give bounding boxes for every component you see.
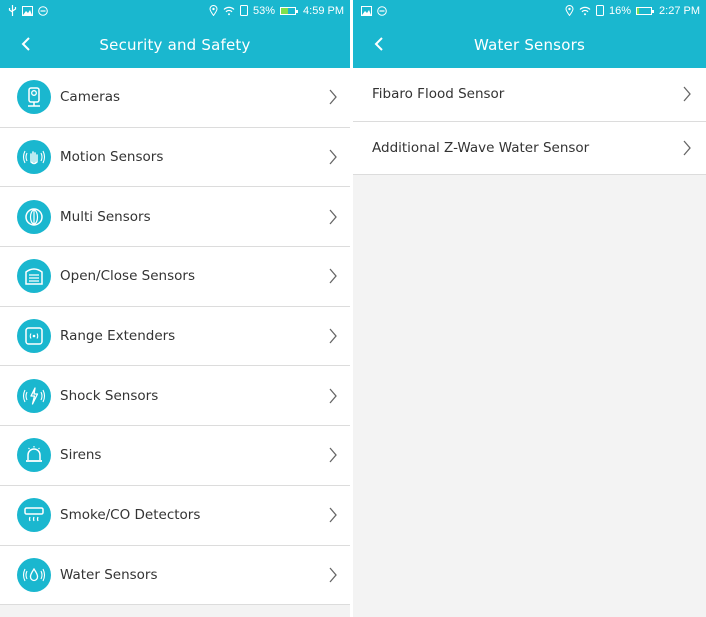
chevron-right-icon bbox=[329, 507, 337, 523]
chevron-right-icon bbox=[329, 567, 337, 583]
sim-icon bbox=[240, 5, 248, 16]
shock-sensor-icon bbox=[17, 378, 51, 413]
usb-icon bbox=[8, 5, 17, 16]
chevron-right-icon bbox=[683, 140, 691, 156]
water-sensors-screen: 16% 2:27 PM Water Sensors Fibaro Flood S… bbox=[353, 0, 706, 617]
list-item-multi-sensors[interactable]: Multi Sensors bbox=[0, 187, 350, 248]
water-sensor-icon bbox=[17, 557, 51, 592]
list-item-label: Sirens bbox=[60, 447, 102, 464]
page-title: Security and Safety bbox=[99, 35, 251, 54]
chevron-right-icon bbox=[329, 448, 337, 463]
status-bar: 16% 2:27 PM bbox=[353, 0, 706, 21]
wifi-icon bbox=[223, 6, 235, 15]
list-item-water-sensors[interactable]: Water Sensors bbox=[0, 545, 350, 606]
motion-sensor-icon bbox=[17, 140, 51, 175]
list-item-label: Range Extenders bbox=[60, 328, 176, 345]
location-icon bbox=[565, 5, 574, 16]
list-item-label: Smoke/CO Detectors bbox=[60, 507, 201, 524]
status-time: 2:27 PM bbox=[659, 4, 700, 17]
wifi-icon bbox=[579, 6, 591, 15]
chevron-right-icon bbox=[329, 149, 337, 165]
app-bar: Water Sensors bbox=[353, 21, 706, 68]
battery-percent: 53% bbox=[253, 4, 276, 17]
image-icon bbox=[22, 5, 33, 16]
list-item-motion-sensors[interactable]: Motion Sensors bbox=[0, 127, 350, 188]
chevron-right-icon bbox=[329, 268, 337, 284]
image-icon bbox=[361, 5, 372, 16]
category-list: Cameras Motion Sensors Multi Sensors Ope… bbox=[0, 68, 350, 606]
list-item-open-close-sensors[interactable]: Open/Close Sensors bbox=[0, 247, 350, 307]
list-item-cameras[interactable]: Cameras bbox=[0, 68, 350, 128]
chevron-right-icon bbox=[683, 86, 691, 102]
battery-percent: 16% bbox=[609, 4, 632, 17]
list-item-additional-zwave-water-sensor[interactable]: Additional Z-Wave Water Sensor bbox=[353, 121, 706, 175]
battery-icon bbox=[280, 6, 299, 15]
page-title: Water Sensors bbox=[474, 35, 585, 54]
smoke-detector-icon bbox=[17, 498, 51, 533]
battery-level bbox=[637, 7, 640, 14]
list-item-label: Open/Close Sensors bbox=[60, 268, 195, 285]
camera-icon bbox=[17, 80, 51, 115]
door-sensor-icon bbox=[17, 259, 51, 294]
battery-icon bbox=[636, 6, 655, 15]
location-icon bbox=[209, 5, 218, 16]
list-item-label: Fibaro Flood Sensor bbox=[372, 86, 505, 103]
chevron-left-icon bbox=[21, 37, 30, 51]
list-item-shock-sensors[interactable]: Shock Sensors bbox=[0, 366, 350, 427]
list-item-sirens[interactable]: Sirens bbox=[0, 426, 350, 486]
list-item-label: Shock Sensors bbox=[60, 387, 159, 404]
siren-icon bbox=[17, 438, 51, 473]
chevron-right-icon bbox=[329, 328, 337, 344]
chevron-left-icon bbox=[374, 37, 383, 51]
chevron-right-icon bbox=[329, 209, 337, 225]
list-item-label: Cameras bbox=[60, 89, 121, 106]
chevron-right-icon bbox=[329, 388, 337, 404]
do-not-disturb-icon bbox=[377, 5, 387, 16]
list-item-fibaro-flood-sensor[interactable]: Fibaro Flood Sensor bbox=[353, 68, 706, 122]
range-extender-icon bbox=[17, 319, 51, 354]
list-item-smoke-co-detectors[interactable]: Smoke/CO Detectors bbox=[0, 485, 350, 546]
multi-sensor-icon bbox=[17, 199, 51, 234]
sim-icon bbox=[596, 5, 604, 16]
back-button[interactable] bbox=[367, 32, 391, 56]
app-bar: Security and Safety bbox=[0, 21, 350, 68]
battery-level bbox=[281, 7, 289, 14]
status-time: 4:59 PM bbox=[303, 4, 344, 17]
list-item-label: Motion Sensors bbox=[60, 149, 164, 166]
list-item-label: Multi Sensors bbox=[60, 208, 151, 225]
do-not-disturb-icon bbox=[38, 5, 48, 16]
back-button[interactable] bbox=[14, 32, 38, 56]
water-sensor-list: Fibaro Flood Sensor Additional Z-Wave Wa… bbox=[353, 68, 706, 175]
chevron-right-icon bbox=[329, 89, 337, 105]
status-bar: 53% 4:59 PM bbox=[0, 0, 350, 21]
list-item-label: Additional Z-Wave Water Sensor bbox=[372, 139, 590, 156]
list-item-range-extenders[interactable]: Range Extenders bbox=[0, 306, 350, 367]
list-item-label: Water Sensors bbox=[60, 566, 158, 583]
security-safety-screen: 53% 4:59 PM Security and Safety Cameras … bbox=[0, 0, 350, 617]
